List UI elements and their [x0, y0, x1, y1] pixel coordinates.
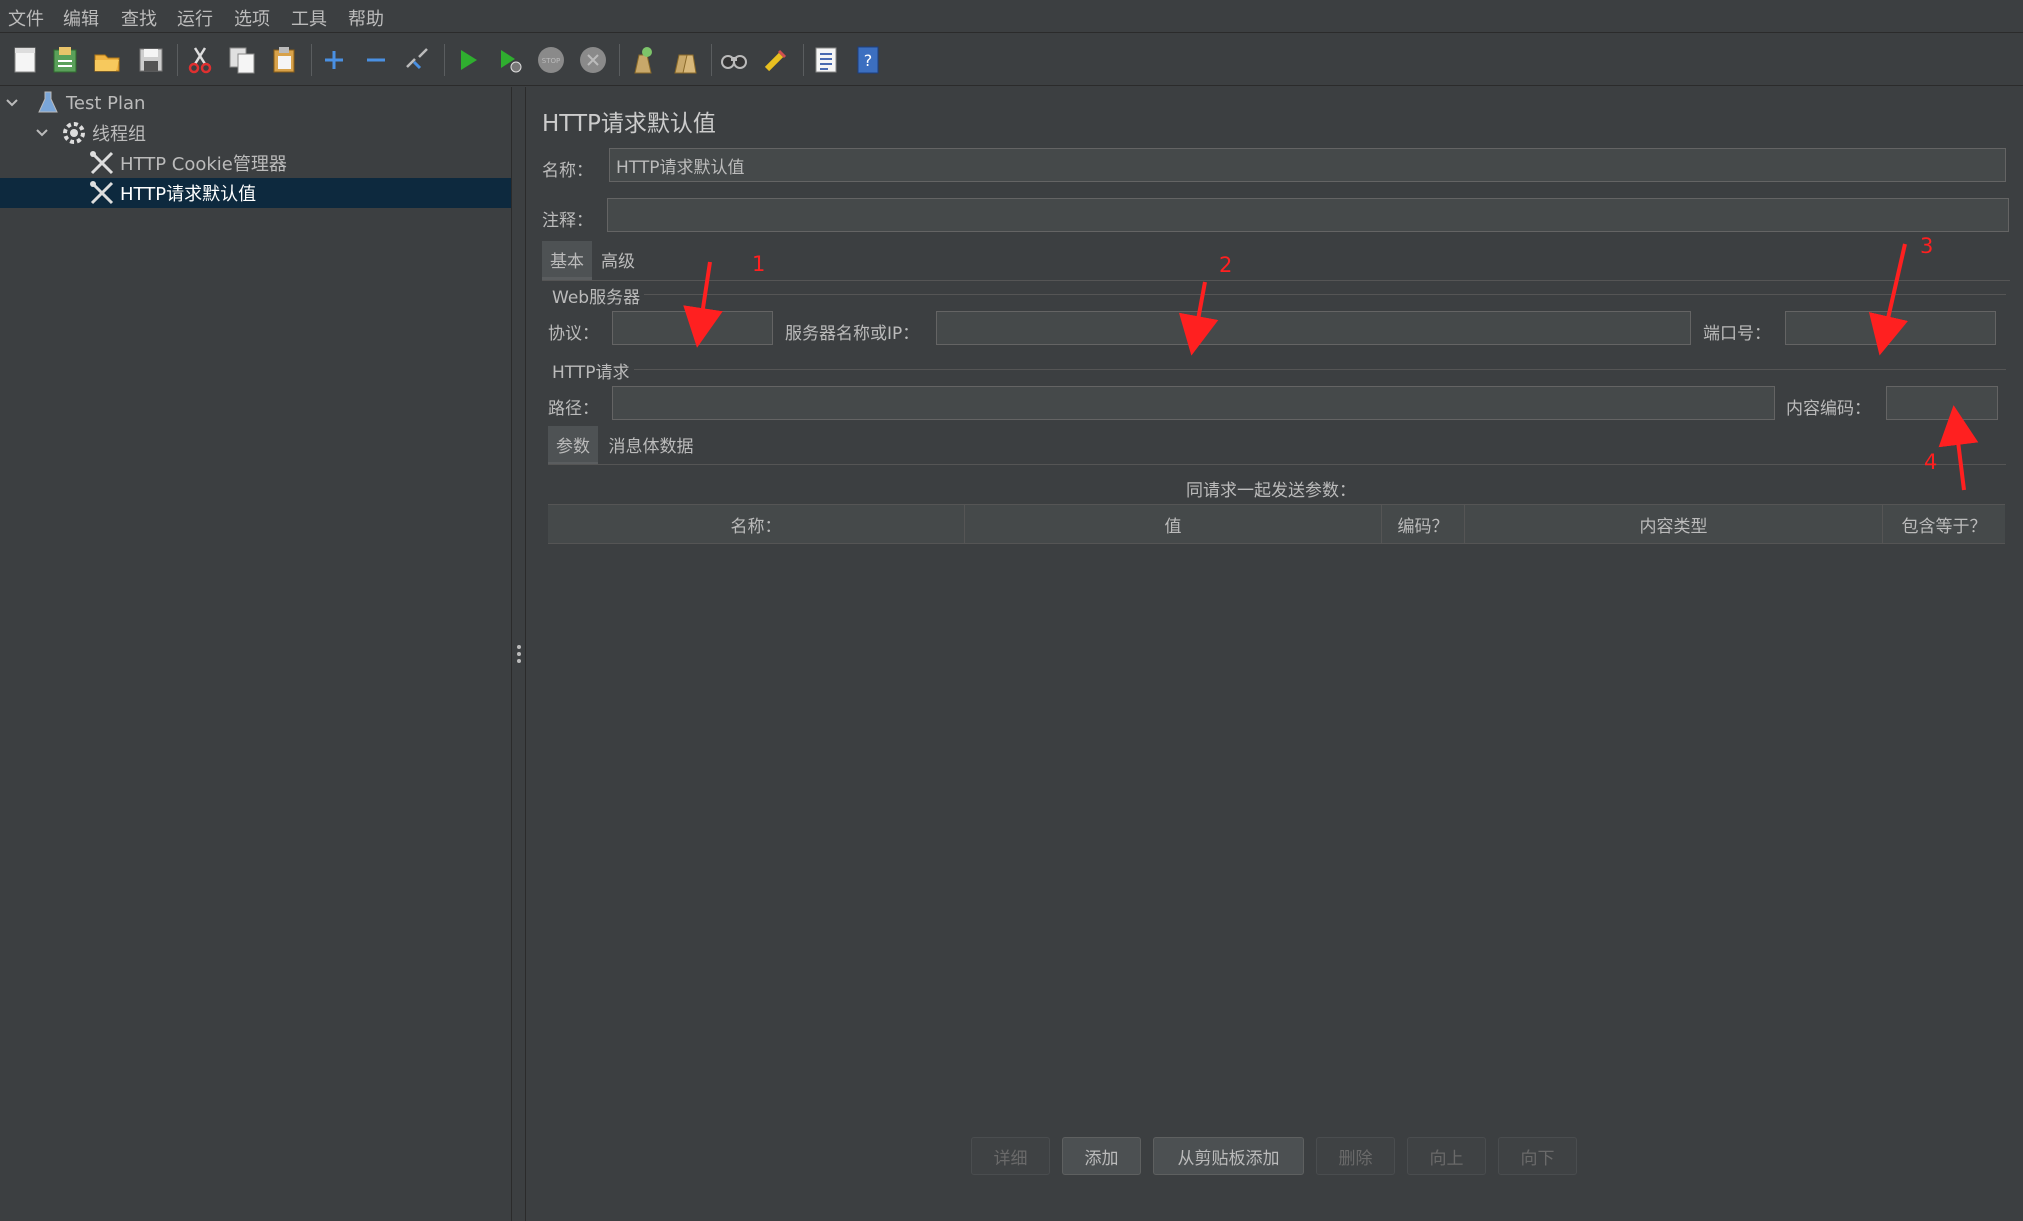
params-table-header: 名称： 值 编码？ 内容类型 包含等于？: [548, 504, 2005, 544]
encoding-input[interactable]: [1886, 386, 1998, 420]
params-table-body[interactable]: [548, 543, 2005, 1193]
port-label: 端口号：: [1703, 324, 1771, 344]
protocol-label: 协议：: [548, 324, 599, 344]
menu-bar: 文件 编辑 查找 运行 选项 工具 帮助: [0, 0, 2023, 33]
path-label: 路径：: [548, 399, 599, 419]
move-up-button[interactable]: 向上: [1407, 1137, 1486, 1175]
column-name[interactable]: 名称：: [548, 505, 965, 543]
svg-text:?: ?: [864, 51, 873, 70]
clear-all-icon[interactable]: [668, 44, 700, 76]
shutdown-icon[interactable]: [577, 44, 609, 76]
comment-label: 注释：: [542, 211, 593, 231]
subtab-underline: [548, 464, 2006, 465]
function-helper-icon[interactable]: [810, 44, 842, 76]
test-plan-tree: Test Plan 线程组 HTTP Cookie管理器 HTTP请求默认值: [0, 87, 512, 1221]
port-input[interactable]: [1785, 311, 1996, 345]
tab-underline: [542, 280, 2010, 281]
tools-icon: [90, 181, 114, 205]
tools-icon: [90, 151, 114, 175]
add-button[interactable]: 添加: [1062, 1137, 1141, 1175]
new-icon[interactable]: [9, 44, 41, 76]
encoding-label: 内容编码：: [1786, 399, 1871, 419]
tree-item-cookie-manager[interactable]: HTTP Cookie管理器: [0, 148, 511, 178]
collapse-icon[interactable]: [360, 44, 392, 76]
column-encode[interactable]: 编码？: [1382, 505, 1465, 543]
save-icon[interactable]: [135, 44, 167, 76]
server-input[interactable]: [936, 311, 1691, 345]
config-panel: HTTP请求默认值 名称： 注释： 基本 高级 Web服务器 协议： 服务器名称…: [526, 87, 2023, 1221]
start-icon[interactable]: [452, 44, 484, 76]
tab-basic[interactable]: 基本: [542, 241, 592, 280]
menu-run[interactable]: 运行: [177, 5, 213, 31]
paste-icon[interactable]: [268, 44, 300, 76]
comment-input[interactable]: [607, 198, 2009, 232]
copy-icon[interactable]: [226, 44, 258, 76]
protocol-input[interactable]: [612, 311, 773, 345]
http-request-border: [548, 369, 2006, 370]
cut-icon[interactable]: [184, 44, 216, 76]
menu-file[interactable]: 文件: [8, 5, 44, 31]
path-input[interactable]: [612, 386, 1775, 420]
tree-item-label: HTTP请求默认值: [120, 184, 257, 205]
menu-options[interactable]: 选项: [234, 5, 270, 31]
chevron-down-icon[interactable]: [4, 95, 20, 111]
delete-button[interactable]: 删除: [1316, 1137, 1395, 1175]
annotation-number-4: 4: [1924, 450, 1938, 474]
annotation-number-2: 2: [1219, 253, 1233, 277]
tree-item-label: 线程组: [92, 124, 146, 145]
toolbar-separator: [311, 44, 312, 76]
chevron-down-icon[interactable]: [34, 125, 50, 141]
clear-icon[interactable]: [626, 44, 658, 76]
name-label: 名称：: [542, 161, 593, 181]
search-icon[interactable]: [718, 44, 750, 76]
templates-icon[interactable]: [49, 44, 81, 76]
name-input[interactable]: [609, 148, 2006, 182]
stop-icon[interactable]: STOP: [535, 44, 567, 76]
tree-item-label: HTTP Cookie管理器: [120, 154, 287, 175]
menu-search[interactable]: 查找: [121, 5, 157, 31]
subtab-parameters[interactable]: 参数: [548, 426, 598, 465]
toolbar-separator: [803, 44, 804, 76]
toolbar-separator: [177, 44, 178, 76]
splitter-grip-icon[interactable]: [516, 644, 522, 664]
menu-help[interactable]: 帮助: [348, 5, 384, 31]
start-no-pause-icon[interactable]: [494, 44, 526, 76]
tree-item-label: Test Plan: [66, 92, 146, 114]
open-icon[interactable]: [91, 44, 123, 76]
tree-item-thread-group[interactable]: 线程组: [0, 118, 511, 148]
toolbar-separator: [711, 44, 712, 76]
toggle-icon[interactable]: [401, 44, 433, 76]
flask-icon: [38, 91, 58, 113]
params-caption: 同请求一起发送参数：: [1186, 481, 1356, 501]
subtab-body-data[interactable]: 消息体数据: [604, 426, 698, 462]
svg-text:STOP: STOP: [542, 57, 560, 65]
tab-advanced[interactable]: 高级: [596, 241, 640, 277]
menu-tools[interactable]: 工具: [291, 5, 327, 31]
annotation-number-3: 3: [1920, 234, 1934, 258]
toolbar: STOP ?: [0, 34, 2023, 86]
expand-icon[interactable]: [318, 44, 350, 76]
panel-title: HTTP请求默认值: [542, 111, 716, 137]
column-value[interactable]: 值: [965, 505, 1382, 543]
column-content-type[interactable]: 内容类型: [1465, 505, 1883, 543]
tree-item-http-defaults[interactable]: HTTP请求默认值: [0, 178, 511, 208]
column-include-equals[interactable]: 包含等于？: [1883, 505, 2005, 543]
toolbar-separator: [619, 44, 620, 76]
http-request-title: HTTP请求: [548, 358, 634, 383]
tree-item-test-plan[interactable]: Test Plan: [0, 88, 511, 118]
gear-icon: [63, 122, 85, 144]
reset-search-icon[interactable]: [760, 44, 792, 76]
menu-edit[interactable]: 编辑: [63, 5, 99, 31]
annotation-number-1: 1: [752, 252, 766, 276]
detail-button[interactable]: 详细: [971, 1137, 1050, 1175]
toolbar-separator: [444, 44, 445, 76]
web-server-title: Web服务器: [548, 283, 645, 308]
web-server-border: [548, 294, 2006, 295]
add-from-clipboard-button[interactable]: 从剪贴板添加: [1153, 1137, 1304, 1175]
move-down-button[interactable]: 向下: [1498, 1137, 1577, 1175]
server-label: 服务器名称或IP：: [785, 324, 920, 344]
help-icon[interactable]: ?: [852, 44, 884, 76]
